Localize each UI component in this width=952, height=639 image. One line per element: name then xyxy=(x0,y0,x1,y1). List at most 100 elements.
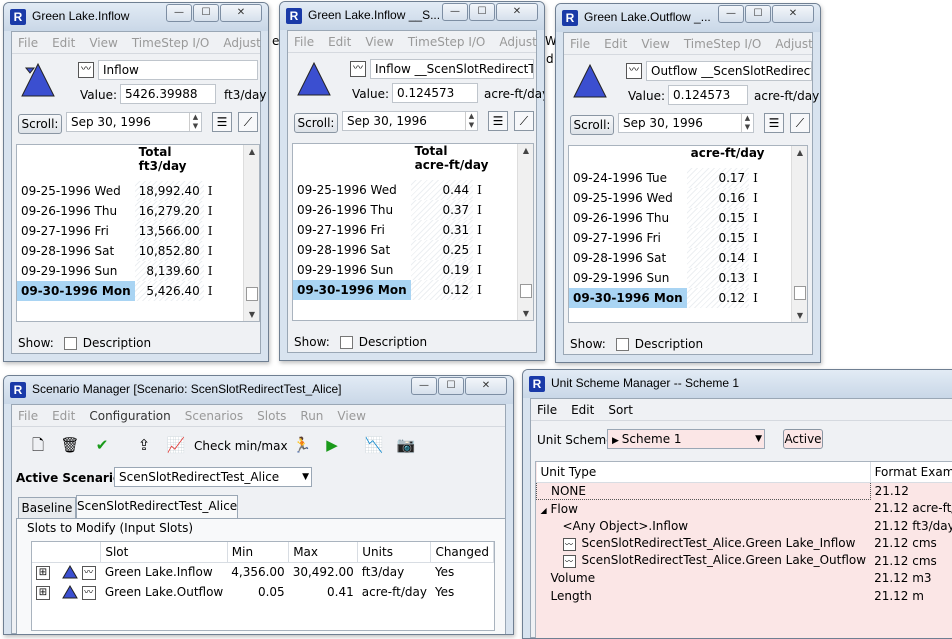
scroll-button[interactable]: Scroll: xyxy=(570,115,614,135)
table-row[interactable]: 09-24-1996 Tue0.17I xyxy=(569,168,768,188)
active-button[interactable]: Active xyxy=(783,429,823,449)
table-view-icon[interactable]: ☰ xyxy=(212,112,232,132)
menu-timestep-io[interactable]: TimeStep I/O xyxy=(132,36,210,50)
title-bar[interactable]: R Green Lake.Outflow _... — ☐ ✕ xyxy=(556,4,820,32)
menu-edit[interactable]: Edit xyxy=(604,37,627,51)
scroll-down-icon[interactable]: ▼ xyxy=(792,311,808,320)
slot-name-field[interactable]: Inflow xyxy=(98,60,258,80)
active-scenario-dropdown[interactable]: ScenSlotRedirectTest_Alice ▼ xyxy=(114,467,312,487)
maximize-button[interactable]: ☐ xyxy=(193,4,219,22)
row-value[interactable]: 0.44 xyxy=(411,180,474,200)
close-button[interactable]: ✕ xyxy=(465,377,507,395)
check-min-max-icon[interactable]: 📈 xyxy=(166,435,186,455)
scroll-thumb[interactable] xyxy=(794,286,806,300)
value-column-header[interactable]: Total acre-ft/day xyxy=(411,144,493,180)
list-item[interactable]: ◢ Flow 21.12 acre-ft/day xyxy=(537,500,952,518)
unit-scheme-dropdown[interactable]: ▶ Scheme 1 ▼ xyxy=(607,429,765,449)
menu-file[interactable]: File xyxy=(570,37,590,51)
value-field[interactable]: 0.124573 xyxy=(392,83,478,103)
list-item[interactable]: 〰ScenSlotRedirectTest_Alice.Green Lake_O… xyxy=(537,552,952,570)
scroll-button[interactable]: Scroll: xyxy=(18,114,62,134)
date-spinner[interactable]: ▲▼ xyxy=(741,114,753,132)
table-row[interactable]: 09-27-1996 Fri0.15I xyxy=(569,228,768,248)
scroll-date-field[interactable]: Sep 30, 1996 ▲▼ xyxy=(618,113,754,133)
row-value[interactable]: 0.15 xyxy=(687,228,750,248)
selected-table-row[interactable]: 09-30-1996 Mon0.12I xyxy=(293,280,492,300)
table-row[interactable]: 09-26-1996 Thu0.37I xyxy=(293,200,492,220)
table-row[interactable]: 09-25-1996 Wed18,992.40I xyxy=(17,181,220,201)
tab-scenario-alice[interactable]: ScenSlotRedirectTest_Alice xyxy=(76,495,238,518)
tab-baseline[interactable]: Baseline xyxy=(18,497,76,518)
column-header-format-example[interactable]: Format Example xyxy=(870,462,952,482)
table-row[interactable]: 09-25-1996 Wed0.16I xyxy=(569,188,768,208)
list-item[interactable]: Length 21.12 m xyxy=(537,587,952,605)
menu-timestep-io[interactable]: TimeStep I/O xyxy=(408,35,486,49)
list-item[interactable]: <Any Object>.Inflow 21.12 ft3/day xyxy=(537,517,952,535)
menu-run[interactable]: Run xyxy=(300,409,323,423)
table-row[interactable]: 09-26-1996 Thu16,279.20I xyxy=(17,201,220,221)
date-spinner[interactable]: ▲▼ xyxy=(189,113,201,131)
column-header-max[interactable]: Max xyxy=(289,542,358,562)
description-checkbox[interactable] xyxy=(340,336,353,349)
table-view-icon[interactable]: ☰ xyxy=(488,111,508,131)
title-bar[interactable]: R Scenario Manager [Scenario: ScenSlotRe… xyxy=(4,376,513,404)
selected-table-row[interactable]: 09-30-1996 Mon5,426.40I xyxy=(17,281,220,301)
table-row[interactable]: 09-28-1996 Sat0.25I xyxy=(293,240,492,260)
new-document-icon[interactable]: 🗋 xyxy=(28,435,48,455)
minimize-button[interactable]: — xyxy=(166,4,192,22)
column-header-slot[interactable]: Slot xyxy=(101,542,227,562)
scroll-date-field[interactable]: Sep 30, 1996 ▲▼ xyxy=(342,111,478,131)
camera-icon[interactable]: 📷 xyxy=(396,435,416,455)
row-value[interactable]: 0.12 xyxy=(687,288,750,308)
chart-icon[interactable]: 📉 xyxy=(364,435,384,455)
close-button[interactable]: ✕ xyxy=(772,5,814,23)
table-row[interactable]: 09-29-1996 Sun8,139.60I xyxy=(17,261,220,281)
menu-file[interactable]: File xyxy=(18,36,38,50)
close-button[interactable]: ✕ xyxy=(496,3,538,21)
plot-icon[interactable]: ⟋ xyxy=(238,112,258,132)
row-value[interactable]: 10,852.80 xyxy=(135,241,204,261)
table-row[interactable]: 09-28-1996 Sat10,852.80I xyxy=(17,241,220,261)
value-field[interactable]: 0.124573 xyxy=(668,85,748,105)
table-row[interactable]: ⊞ 〰 Green Lake.Inflow 4,356.00 30,492.00… xyxy=(32,562,494,582)
value-column-header[interactable]: Total ft3/day xyxy=(135,145,220,181)
value-field[interactable]: 5426.39988 xyxy=(120,84,216,104)
minimize-button[interactable]: — xyxy=(442,3,468,21)
table-row[interactable]: 09-25-1996 Wed0.44I xyxy=(293,180,492,200)
close-button[interactable]: ✕ xyxy=(220,4,262,22)
menu-edit[interactable]: Edit xyxy=(52,409,75,423)
menu-edit[interactable]: Edit xyxy=(571,403,594,417)
row-value[interactable]: 0.15 xyxy=(687,208,750,228)
table-row[interactable]: 09-27-1996 Fri13,566.00I xyxy=(17,221,220,241)
scroll-up-icon[interactable]: ▲ xyxy=(792,148,808,157)
collapse-arrow-icon[interactable]: ◢ xyxy=(541,506,547,515)
row-value[interactable]: 0.17 xyxy=(687,168,750,188)
scroll-button[interactable]: Scroll: xyxy=(294,113,338,133)
title-bar[interactable]: R Green Lake.Inflow — ☐ ✕ xyxy=(4,3,268,31)
delete-trash-icon[interactable]: 🗑 xyxy=(60,435,80,455)
minimize-button[interactable]: — xyxy=(718,5,744,23)
menu-edit[interactable]: Edit xyxy=(328,35,351,49)
menu-configuration[interactable]: Configuration xyxy=(89,409,170,423)
menu-view[interactable]: View xyxy=(365,35,393,49)
expand-icon[interactable]: ⊞ xyxy=(36,586,50,600)
menu-timestep-io[interactable]: TimeStep I/O xyxy=(684,37,762,51)
row-value[interactable]: 0.31 xyxy=(411,220,474,240)
value-column-header[interactable]: acre-ft/day xyxy=(687,146,769,168)
scroll-thumb[interactable] xyxy=(520,284,532,298)
list-item[interactable]: 〰ScenSlotRedirectTest_Alice.Green Lake_I… xyxy=(537,535,952,553)
menu-scenarios[interactable]: Scenarios xyxy=(185,409,243,423)
table-row[interactable]: 09-29-1996 Sun0.19I xyxy=(293,260,492,280)
maximize-button[interactable]: ☐ xyxy=(438,377,464,395)
table-row[interactable]: 09-27-1996 Fri0.31I xyxy=(293,220,492,240)
table-row[interactable]: ⊞ 〰 Green Lake.Outflow 0.05 0.41 acre-ft… xyxy=(32,582,494,602)
expand-icon[interactable]: ⊞ xyxy=(36,566,50,580)
description-checkbox[interactable] xyxy=(64,337,77,350)
row-value[interactable]: 0.25 xyxy=(411,240,474,260)
menu-view[interactable]: View xyxy=(337,409,365,423)
row-value[interactable]: 0.12 xyxy=(411,280,474,300)
menu-file[interactable]: File xyxy=(294,35,314,49)
column-header-unit-type[interactable]: Unit Type xyxy=(537,462,871,482)
menu-edit[interactable]: Edit xyxy=(52,36,75,50)
title-bar[interactable]: R Green Lake.Inflow __S... — ☐ ✕ xyxy=(280,2,544,30)
